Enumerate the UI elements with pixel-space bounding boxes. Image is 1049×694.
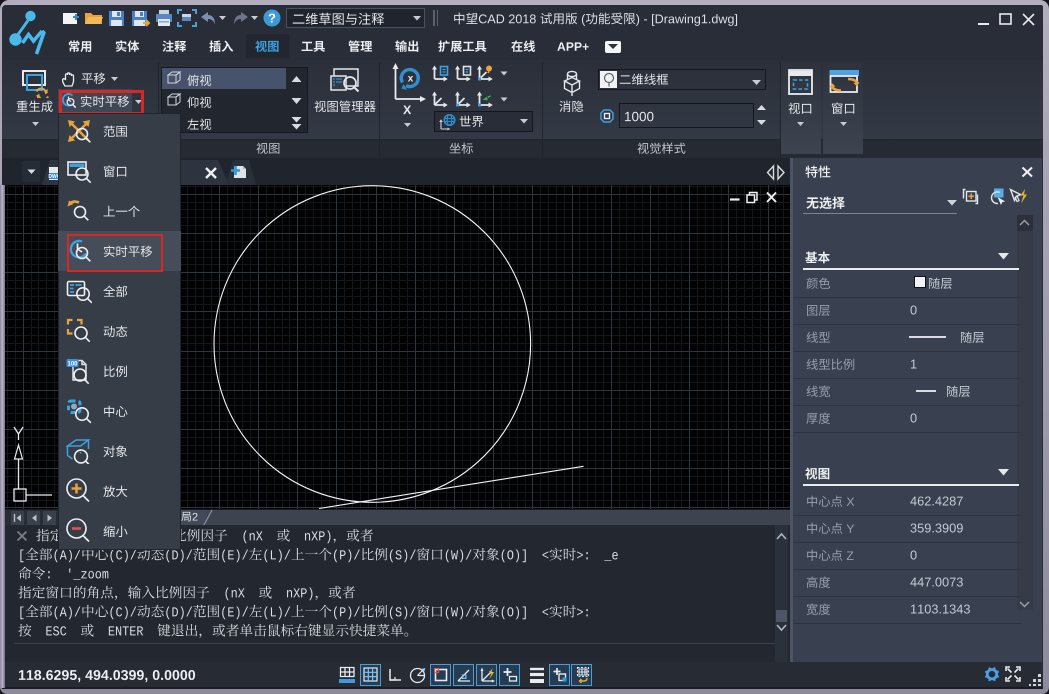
svg-text:100: 100 [67,362,78,368]
svg-text:?: ? [268,11,276,26]
svg-text:x: x [408,74,414,85]
